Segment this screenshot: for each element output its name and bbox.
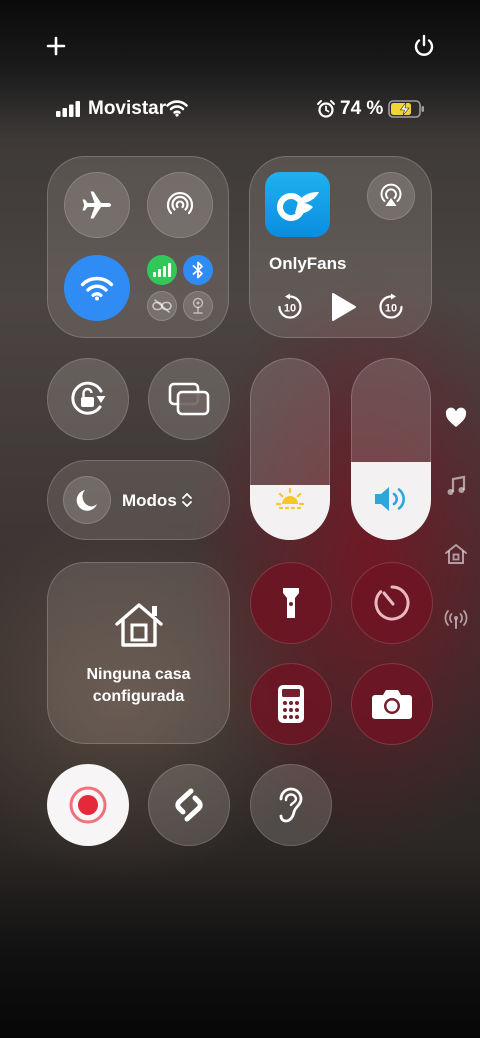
page-home[interactable] [444, 542, 468, 566]
rotation-lock-icon [71, 381, 106, 415]
satellite-icon [192, 297, 204, 314]
calculator-icon [278, 685, 304, 723]
chevron-up-down-icon [182, 493, 192, 507]
moon-icon [76, 490, 97, 511]
cellular-data-button[interactable] [147, 255, 177, 285]
airplay-button[interactable] [367, 172, 415, 220]
flashlight-button[interactable] [250, 562, 332, 644]
music-note-icon [447, 475, 466, 495]
shazam-button[interactable] [148, 764, 230, 846]
screen-record-button[interactable] [47, 764, 129, 846]
focus-modes-button[interactable]: Modos [47, 460, 230, 540]
home-status-text: Ninguna casa configurada [47, 664, 230, 708]
skip-back-icon: 10 [278, 293, 302, 319]
battery-icon [388, 100, 424, 118]
connectivity-panel [47, 156, 229, 338]
skip-forward-button[interactable]: 10 [377, 293, 405, 321]
page-music[interactable] [444, 474, 468, 498]
plus-icon [46, 36, 66, 56]
skip-back-button[interactable]: 10 [276, 293, 304, 321]
timer-icon [374, 585, 410, 621]
skip-forward-seconds: 10 [385, 303, 397, 315]
shazam-icon [175, 788, 203, 822]
play-icon [332, 293, 356, 321]
wifi-button[interactable] [64, 255, 130, 321]
airplane-mode-button[interactable] [64, 172, 130, 238]
app-icon[interactable] [265, 172, 330, 237]
heart-icon [445, 407, 467, 427]
satellite-button[interactable] [183, 291, 213, 321]
brightness-icon [276, 487, 304, 510]
camera-icon [372, 690, 412, 719]
now-playing-app-name: OnlyFans [269, 254, 347, 273]
timer-button[interactable] [351, 562, 433, 644]
home-icon [115, 603, 163, 647]
unlinked-icon [152, 299, 172, 313]
page-favorites[interactable] [444, 406, 468, 430]
hearing-button[interactable] [250, 764, 332, 846]
speaker-icon [375, 487, 405, 511]
onlyfans-logo-icon [276, 191, 319, 221]
airplane-icon [82, 191, 111, 219]
home-status-line1: Ninguna casa [86, 666, 191, 683]
bluetooth-icon [192, 261, 203, 279]
page-connectivity[interactable] [444, 608, 468, 632]
skip-back-seconds: 10 [284, 303, 296, 315]
screen-mirroring-button[interactable] [148, 358, 230, 440]
flashlight-icon [283, 588, 299, 618]
bluetooth-button[interactable] [183, 255, 213, 285]
wifi-status-icon [166, 100, 188, 117]
airplay-audio-icon [380, 183, 402, 206]
status-bar: Movistar 74 % [0, 96, 480, 124]
wifi-icon [80, 276, 114, 301]
calculator-button[interactable] [250, 663, 332, 745]
airdrop-button[interactable] [147, 172, 213, 238]
vpn-button[interactable] [147, 291, 177, 321]
alarm-icon [317, 100, 335, 118]
moon-badge [63, 476, 111, 524]
home-icon [445, 544, 467, 564]
modes-label: Modos [122, 491, 177, 510]
skip-forward-icon: 10 [379, 293, 403, 319]
battery-percent: 74 % [340, 98, 384, 119]
screen-mirroring-icon [168, 382, 210, 416]
power-button[interactable] [410, 32, 438, 60]
play-button[interactable] [327, 291, 359, 323]
ear-icon [279, 787, 303, 823]
cellular-signal-icon [56, 101, 80, 117]
record-icon [69, 786, 107, 824]
power-icon [414, 34, 434, 56]
camera-button[interactable] [351, 663, 433, 745]
add-button[interactable] [42, 32, 70, 60]
orientation-lock-button[interactable] [47, 358, 129, 440]
home-status-line2: configurada [92, 688, 185, 705]
carrier-name: Movistar [88, 98, 167, 119]
antenna-icon [444, 610, 468, 629]
cellular-icon [153, 263, 171, 277]
now-playing-panel: OnlyFans 10 10 [249, 156, 432, 338]
airdrop-icon [166, 191, 194, 215]
brightness-slider[interactable] [250, 358, 330, 540]
home-panel[interactable]: Ninguna casa configurada [47, 562, 230, 744]
volume-slider[interactable] [351, 358, 431, 540]
